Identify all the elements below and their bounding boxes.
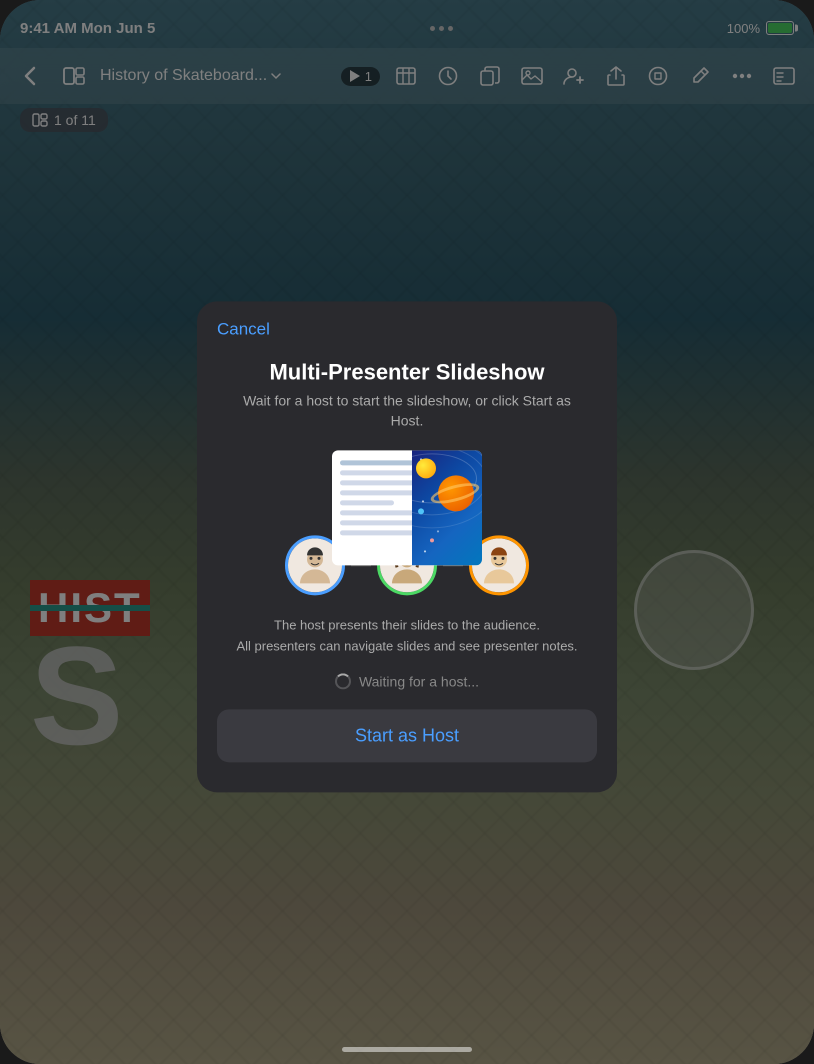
loading-spinner — [335, 673, 351, 689]
modal-description: The host presents their slides to the au… — [197, 616, 617, 674]
start-as-host-button[interactable]: Start as Host — [217, 709, 597, 762]
modal-dialog: Cancel Multi-Presenter Slideshow Wait fo… — [197, 301, 617, 792]
slide-preview-planet — [412, 451, 482, 566]
modal-subtitle: Wait for a host to start the slideshow, … — [197, 391, 617, 450]
cancel-button[interactable]: Cancel — [197, 301, 290, 349]
illustration-container — [197, 451, 617, 596]
slide-line-3 — [340, 481, 420, 486]
slide-line-5 — [340, 501, 394, 506]
home-indicator — [342, 1047, 472, 1052]
ipad-frame: HIST S 9:41 AM Mon Jun 5 100% — [0, 0, 814, 1064]
slide-line-7 — [340, 521, 420, 526]
slide-line-1 — [340, 461, 414, 466]
waiting-status: Waiting for a host... — [197, 673, 617, 689]
modal-title: Multi-Presenter Slideshow — [197, 349, 617, 391]
waiting-label: Waiting for a host... — [359, 673, 479, 689]
slide-preview-card — [332, 451, 482, 566]
